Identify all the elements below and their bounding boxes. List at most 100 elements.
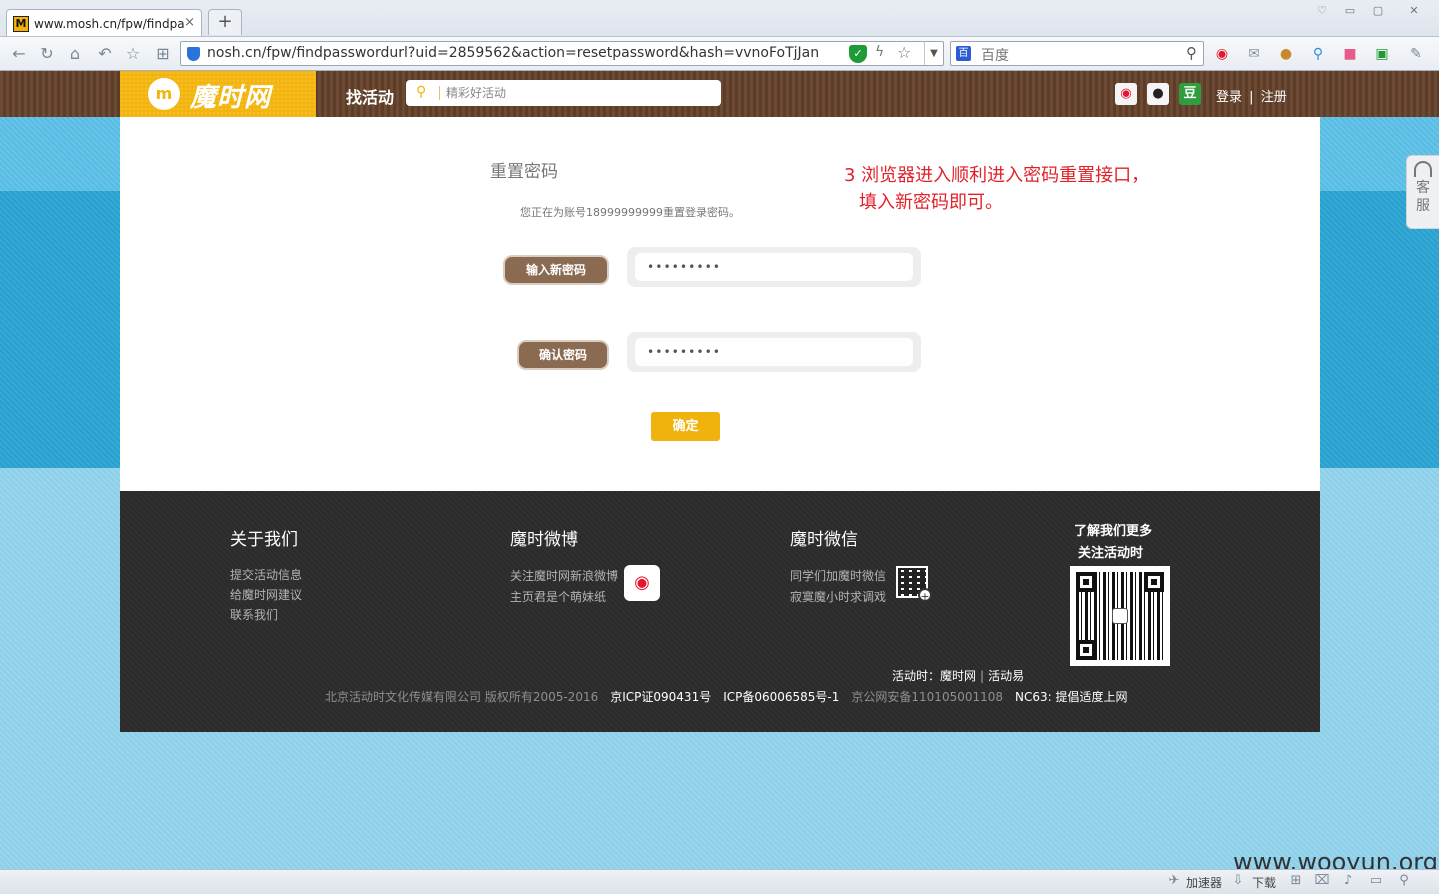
search-assist-icon[interactable]: ⚲	[1308, 44, 1328, 64]
address-url[interactable]: nosh.cn/fpw/findpasswordurl?uid=2859562&…	[207, 44, 847, 63]
footer-link-suggestion[interactable]: 给魔时网建议	[230, 585, 302, 605]
annotation-text: 3 浏览器进入顺利进入密码重置接口， 填入新密码即可。	[844, 162, 1149, 216]
page-viewport: m 魔时网 找活动 ⚲ ◉ ● 豆 登录 | 注册 重置密码 您正在为账号189…	[0, 71, 1439, 869]
browser-statusbar: ✈ 加速器 ⇩ 下载 ⊞ ⌧ ♪ ▭ ⚲	[0, 869, 1439, 894]
address-dropdown-icon[interactable]: ▼	[924, 42, 943, 65]
trash-icon[interactable]: ⌧	[1314, 873, 1330, 889]
site-search-input[interactable]	[446, 83, 706, 103]
site-search-box[interactable]: ⚲	[406, 80, 721, 106]
find-activity-label[interactable]: 找活动	[346, 84, 394, 108]
customer-service-tab[interactable]: 客服	[1406, 155, 1439, 229]
reset-password-panel: 重置密码 您正在为账号18999999999重置登录密码。 3 浏览器进入顺利进…	[120, 117, 1320, 491]
learn-more-line-2: 关注活动时	[1078, 546, 1144, 561]
cookie-icon[interactable]: ●	[1276, 44, 1296, 64]
search-icon[interactable]: ⚲	[416, 84, 426, 100]
refresh-icon[interactable]: ↻	[36, 43, 58, 65]
download-icon[interactable]: ⇩	[1230, 873, 1246, 889]
footer-icp-license[interactable]: 京ICP证090431号	[610, 690, 711, 704]
footer-brand-mosh[interactable]: 魔时网	[940, 669, 976, 683]
ticket-icon[interactable]: ■	[1340, 44, 1360, 64]
zoom-in-icon: +	[918, 588, 932, 603]
tab-close-icon[interactable]: ×	[184, 15, 195, 30]
green-extension-icon[interactable]: ▣	[1372, 44, 1392, 64]
logo-text: 魔时网	[190, 83, 272, 113]
wechat-qr-icon[interactable]: +	[896, 566, 932, 603]
search-icon[interactable]: ⚲	[1186, 44, 1197, 62]
footer-wechat-line-1: 同学们加魔时微信	[790, 569, 887, 583]
download-label[interactable]: 下载	[1252, 874, 1276, 891]
footer-weibo-line-1[interactable]: 关注魔时网新浪微博	[510, 566, 618, 586]
confirm-password-field-wrap	[627, 332, 921, 372]
register-link[interactable]: 注册	[1261, 90, 1287, 105]
mail-icon[interactable]: ✉	[1244, 44, 1264, 64]
auth-divider: |	[1249, 90, 1254, 105]
maximize-icon[interactable]: ▢	[1366, 2, 1390, 20]
qq-login-icon[interactable]: ●	[1147, 83, 1169, 105]
footer-wechat-title: 魔时微信	[790, 530, 858, 550]
home-icon[interactable]: ⌂	[64, 43, 86, 65]
footer-link-submit-activity[interactable]: 提交活动信息	[230, 565, 302, 585]
bookmark-star-icon[interactable]: ☆	[897, 43, 911, 62]
customer-service-label: 客服	[1416, 180, 1430, 214]
footer-icp-record[interactable]: ICP备06006585号-1	[723, 690, 839, 704]
footer-brand-row: 活动时：魔时网 | 活动易	[892, 667, 1024, 684]
new-password-field-wrap	[627, 247, 921, 287]
add-panel-icon[interactable]: ⊞	[1288, 873, 1304, 889]
learn-more-line-1: 了解我们更多	[1074, 524, 1153, 539]
address-bar[interactable]: nosh.cn/fpw/findpasswordurl?uid=2859562&…	[180, 41, 944, 66]
footer-legal-row: 北京活动时文化传媒有限公司 版权所有2005-2016 京ICP证090431号 I…	[325, 688, 1128, 705]
browser-toolbar: ← ↻ ⌂ ↶ ☆ ⊞ nosh.cn/fpw/findpasswordurl?…	[0, 37, 1439, 71]
browser-titlebar: M www.mosh.cn/fpw/findpa × + ♡ ▭ ▢ ✕	[0, 0, 1439, 37]
browser-tab[interactable]: M www.mosh.cn/fpw/findpa ×	[6, 9, 202, 36]
safe-shield-icon[interactable]: ✓	[849, 45, 867, 63]
headset-icon	[1414, 161, 1432, 177]
qr-finder	[1076, 640, 1096, 660]
qr-finder	[1076, 572, 1096, 592]
accelerator-label[interactable]: 加速器	[1186, 874, 1222, 891]
page-title: 重置密码	[490, 162, 558, 182]
tab-title: www.mosh.cn/fpw/findpa	[34, 17, 184, 31]
new-tab-button[interactable]: +	[208, 9, 242, 35]
minimize-icon[interactable]: ▭	[1338, 2, 1362, 20]
new-password-label: 输入新密码	[503, 255, 609, 285]
site-security-icon	[187, 47, 200, 61]
skin-icon[interactable]: ♡	[1310, 2, 1334, 20]
footer-brand-huodongyi[interactable]: 活动易	[988, 669, 1024, 683]
zoom-icon[interactable]: ⚲	[1396, 873, 1412, 889]
douban-login-icon[interactable]: 豆	[1179, 83, 1201, 105]
weibo-login-icon[interactable]: ◉	[1115, 83, 1137, 105]
site-footer: 关于我们 提交活动信息 给魔时网建议 联系我们 魔时微博 关注魔时网新浪微博 主…	[120, 491, 1320, 732]
footer-copyright: 北京活动时文化传媒有限公司 版权所有2005-2016	[325, 690, 599, 704]
annotation-line-1: 3 浏览器进入顺利进入密码重置接口，	[844, 165, 1150, 186]
weibo-extension-icon[interactable]: ◉	[1212, 44, 1232, 64]
footer-weibo-title: 魔时微博	[510, 530, 578, 550]
new-password-input[interactable]	[635, 253, 913, 281]
footer-link-contact[interactable]: 联系我们	[230, 605, 278, 625]
screen-icon[interactable]: ▭	[1368, 873, 1384, 889]
site-logo[interactable]: m 魔时网	[120, 71, 316, 117]
footer-wechat-line-2: 寂寞魔小时求调戏	[790, 590, 887, 604]
close-window-icon[interactable]: ✕	[1402, 2, 1426, 20]
sound-icon[interactable]: ♪	[1340, 873, 1356, 889]
undo-close-icon[interactable]: ↶	[94, 43, 116, 65]
apps-grid-icon[interactable]: ⊞	[152, 43, 174, 65]
baidu-icon[interactable]: 百	[956, 46, 971, 61]
footer-about-title: 关于我们	[230, 530, 298, 550]
annotation-line-2: 填入新密码即可。	[859, 192, 1003, 213]
submit-button[interactable]: 确定	[651, 412, 720, 441]
back-icon[interactable]: ←	[8, 43, 30, 65]
rocket-icon[interactable]: ✈	[1166, 873, 1182, 889]
confirm-password-label: 确认密码	[517, 340, 609, 370]
logo-mark-icon: m	[148, 78, 180, 110]
auth-links: 登录 | 注册	[1216, 86, 1287, 105]
footer-police-record[interactable]: 京公网安备110105001108	[851, 690, 1003, 704]
tools-wrench-icon[interactable]: ✎	[1406, 44, 1426, 64]
browser-search-bar[interactable]: 百 百度 ⚲	[950, 41, 1204, 66]
confirm-password-input[interactable]	[635, 338, 913, 366]
weibo-icon[interactable]: ◉	[624, 565, 660, 601]
login-link[interactable]: 登录	[1216, 90, 1242, 105]
qr-code-image	[1070, 566, 1170, 666]
favorites-icon[interactable]: ☆	[122, 43, 144, 65]
site-header: m 魔时网 找活动 ⚲ ◉ ● 豆 登录 | 注册	[0, 71, 1439, 117]
flash-icon[interactable]: ϟ	[875, 44, 884, 60]
